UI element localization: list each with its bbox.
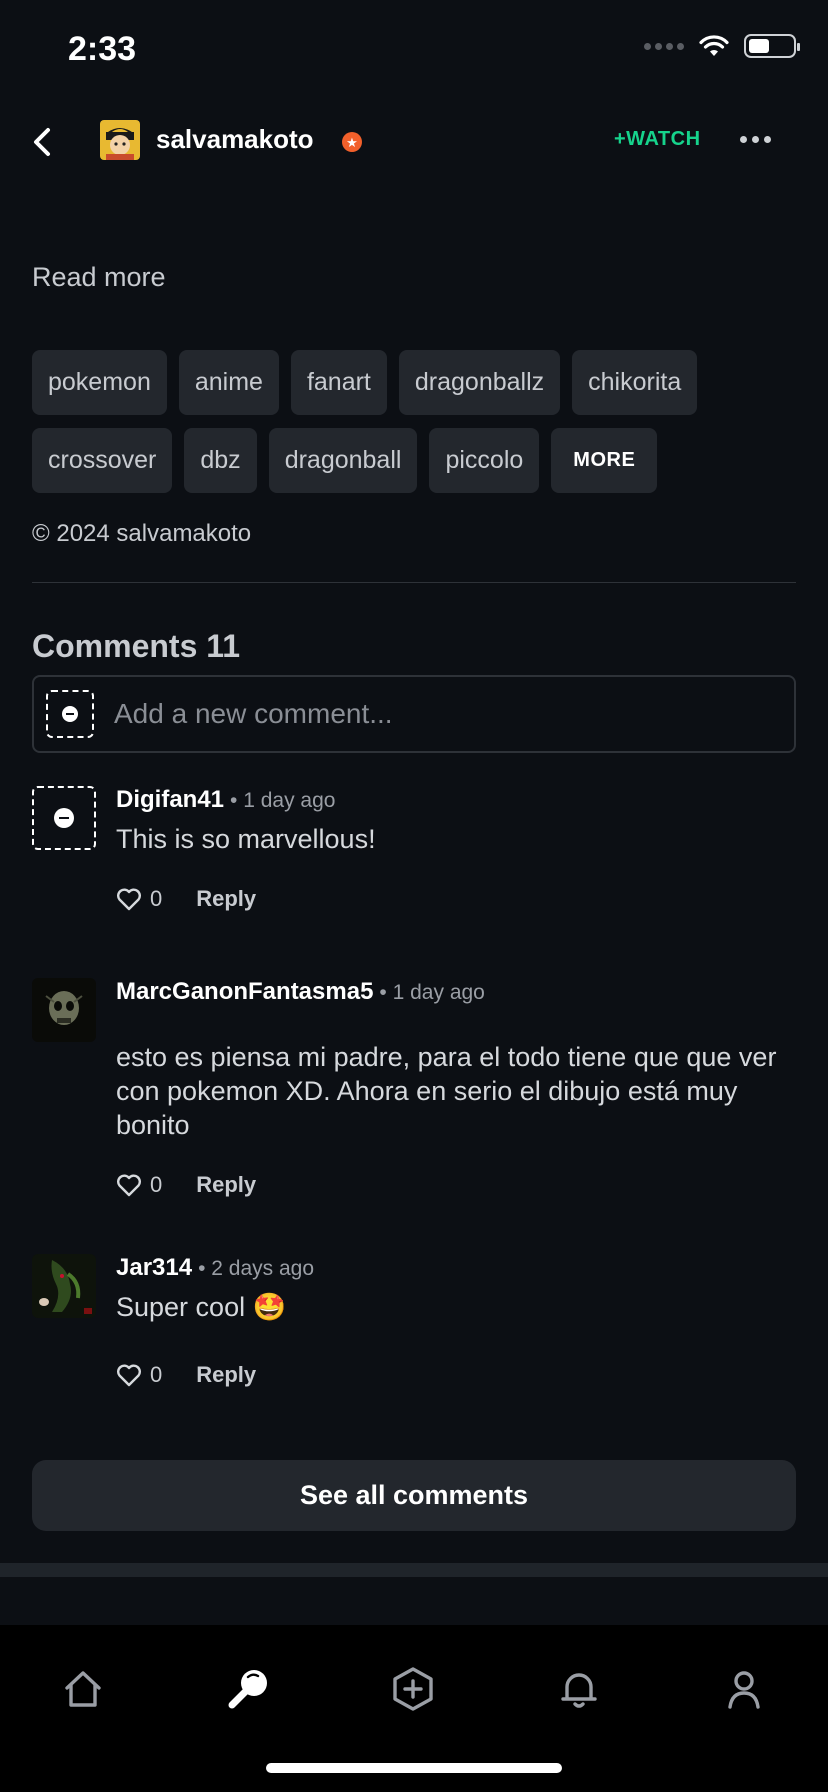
commenter-avatar[interactable] bbox=[32, 978, 96, 1042]
heart-icon bbox=[117, 888, 141, 911]
status-time: 2:33 bbox=[68, 30, 137, 68]
copyright-text: © 2024 salvamakoto bbox=[32, 520, 252, 547]
home-indicator bbox=[266, 1763, 562, 1773]
commenter-avatar[interactable] bbox=[32, 1254, 96, 1318]
tab-search[interactable] bbox=[221, 1661, 277, 1717]
comment-input-placeholder: Add a new comment... bbox=[114, 698, 393, 729]
like-button[interactable]: 0 bbox=[116, 1362, 162, 1388]
tag-chip[interactable]: anime bbox=[178, 350, 279, 415]
create-icon bbox=[393, 1667, 433, 1711]
divider bbox=[32, 582, 796, 583]
comments-heading: Comments 11 bbox=[32, 628, 241, 664]
more-tags-button[interactable]: MORE bbox=[551, 428, 658, 493]
commenter-username[interactable]: MarcGanonFantasma5 bbox=[116, 978, 373, 1005]
like-count: 0 bbox=[150, 1362, 163, 1387]
heart-icon bbox=[117, 1364, 141, 1387]
bell-icon bbox=[561, 1673, 597, 1708]
like-count: 0 bbox=[150, 1172, 163, 1197]
wifi-icon bbox=[699, 35, 729, 56]
comment-actions: 0 Reply bbox=[116, 886, 256, 912]
tab-notifications[interactable] bbox=[551, 1661, 607, 1717]
comment-time: • 1 day ago bbox=[230, 789, 336, 812]
author-avatar[interactable] bbox=[100, 120, 140, 160]
battery-icon bbox=[744, 34, 800, 58]
search-icon bbox=[228, 1670, 267, 1709]
cellular-signal-icon bbox=[644, 42, 684, 50]
comment-time: • 1 day ago bbox=[379, 981, 485, 1004]
comment-actions: 0 Reply bbox=[116, 1172, 256, 1198]
like-button[interactable]: 0 bbox=[116, 1172, 162, 1198]
tag-chip[interactable]: chikorita bbox=[572, 350, 698, 415]
star-badge-icon: ★ bbox=[342, 132, 362, 152]
comment-text: esto es piensa mi padre, para el todo ti… bbox=[116, 1042, 777, 1140]
like-count: 0 bbox=[150, 886, 163, 911]
commenter-username[interactable]: Jar314 bbox=[116, 1254, 192, 1281]
like-button[interactable]: 0 bbox=[116, 886, 162, 912]
watch-button[interactable]: +WATCH bbox=[614, 128, 701, 151]
commenter-username[interactable]: Digifan41 bbox=[116, 786, 224, 813]
tab-profile[interactable] bbox=[716, 1661, 772, 1717]
tag-chip[interactable]: pokemon bbox=[32, 350, 167, 415]
back-button[interactable] bbox=[24, 122, 64, 162]
profile-icon bbox=[728, 1671, 760, 1709]
tag-chip[interactable]: dragonballz bbox=[398, 350, 561, 415]
chevron-left-icon bbox=[34, 128, 50, 156]
see-all-comments-button[interactable]: See all comments bbox=[32, 1460, 796, 1531]
section-divider bbox=[0, 1563, 828, 1577]
comment-text: Super cool 🤩 bbox=[116, 1292, 287, 1322]
deviation-header: salvamakoto ★ +WATCH bbox=[0, 110, 828, 170]
tag-chip[interactable]: crossover bbox=[32, 428, 173, 493]
tab-home[interactable] bbox=[55, 1661, 111, 1717]
comment-time: • 2 days ago bbox=[198, 1257, 315, 1280]
author-username[interactable]: salvamakoto bbox=[156, 124, 314, 155]
tag-chip[interactable]: dragonball bbox=[268, 428, 418, 493]
status-bar: 2:33 bbox=[0, 0, 828, 100]
tag-chip[interactable]: dbz bbox=[184, 428, 257, 493]
commenter-avatar[interactable] bbox=[32, 786, 96, 850]
reply-button[interactable]: Reply bbox=[196, 1172, 256, 1198]
more-options-icon[interactable] bbox=[740, 130, 771, 149]
comment-text: This is so marvellous! bbox=[116, 824, 376, 854]
comment-input[interactable]: Add a new comment... bbox=[32, 675, 796, 753]
tag-list: pokemon anime fanart dragonballz chikori… bbox=[32, 350, 802, 506]
read-more-link[interactable]: Read more bbox=[32, 262, 166, 293]
home-icon bbox=[65, 1671, 101, 1707]
reply-button[interactable]: Reply bbox=[196, 1362, 256, 1388]
heart-icon bbox=[117, 1174, 141, 1197]
user-avatar-placeholder bbox=[46, 690, 94, 738]
tag-chip[interactable]: piccolo bbox=[429, 428, 540, 493]
comment-actions: 0 Reply bbox=[116, 1362, 256, 1388]
reply-button[interactable]: Reply bbox=[196, 886, 256, 912]
status-icons bbox=[644, 34, 800, 58]
tag-chip[interactable]: fanart bbox=[290, 350, 387, 415]
tab-create[interactable] bbox=[385, 1661, 441, 1717]
